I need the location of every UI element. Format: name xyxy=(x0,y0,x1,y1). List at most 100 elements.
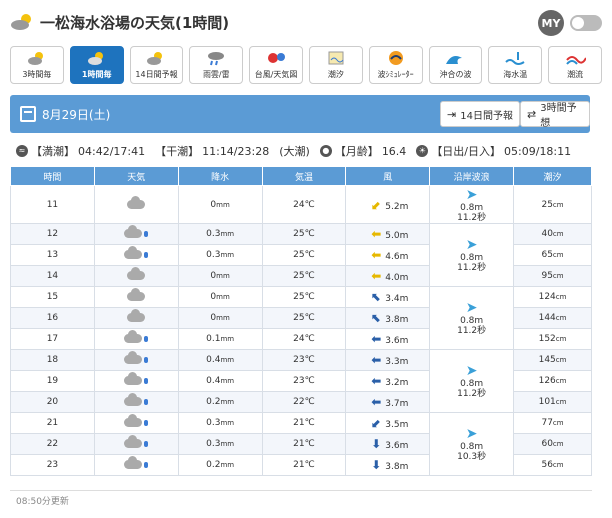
tab-14day[interactable]: 14日間予報 xyxy=(129,46,184,84)
wind-cell: ⬇ 3.6m xyxy=(345,433,431,455)
hour-value: 16 xyxy=(46,313,59,323)
tide-info: ≈ 【満潮】 04:42/17:41 【干潮】 11:14/23:28 (大潮)… xyxy=(16,143,596,159)
temp-value: 25℃ xyxy=(293,250,315,260)
cloud-icon xyxy=(124,456,143,469)
tab-typhoon[interactable]: 台風/天気図 xyxy=(249,46,303,84)
tab-offshore[interactable]: 沖合の波 xyxy=(428,46,483,84)
precip-cell: 0.2mm xyxy=(177,454,263,476)
tab-rain-radar[interactable]: 雨雲/雷 xyxy=(189,46,244,84)
moon-icon: ● xyxy=(319,145,332,157)
weather-cell xyxy=(93,370,179,392)
precip-cell: 0.3mm xyxy=(177,223,263,245)
cloud-icon xyxy=(124,393,143,406)
hour-value: 21 xyxy=(46,418,59,428)
wind-value: 3.3m xyxy=(385,357,409,367)
cloud-icon xyxy=(124,330,143,343)
hour-value: 18 xyxy=(46,355,59,365)
temp-cell: 25℃ xyxy=(261,223,347,245)
hour-value: 15 xyxy=(46,292,59,302)
precip-unit: mm xyxy=(216,293,230,301)
tab-wave-sim[interactable]: 波ｼﾐｭﾚｰﾀｰ xyxy=(368,46,423,84)
temp-cell: 25℃ xyxy=(261,265,347,287)
tide-unit: cm xyxy=(552,419,564,427)
my-button[interactable]: MY xyxy=(538,10,564,36)
wave-arrow-icon: ➤ xyxy=(465,363,478,379)
hour-value: 17 xyxy=(46,334,59,344)
wind-arrow-icon: ⬇ xyxy=(371,437,382,451)
wave-cell: ➤ 0.8m 11.2秒 xyxy=(429,349,515,413)
date-bar: 8月29日(土) ⇥ 14日間予報 ⇄ 3時間予想 xyxy=(10,95,590,133)
button-label: 3時間予想 xyxy=(540,103,577,129)
cloud-icon xyxy=(127,288,146,301)
precip-cell: 0mm xyxy=(177,286,263,308)
hour-value: 12 xyxy=(46,229,59,239)
wind-cell: ⬅ 5.0m xyxy=(345,223,431,245)
hour-cell: 12 xyxy=(10,223,95,245)
moon-age-value: 16.4 xyxy=(381,144,407,158)
wave-arrow-icon: ➤ xyxy=(465,186,478,203)
hour-value: 13 xyxy=(46,250,59,260)
tide-value: 124 xyxy=(538,292,556,302)
wave-height: 0.8m xyxy=(460,379,484,389)
hour-value: 14 xyxy=(46,271,59,281)
precip-unit: mm xyxy=(220,461,235,469)
14day-forecast-button[interactable]: ⇥ 14日間予報 xyxy=(440,101,520,127)
precip-unit: mm xyxy=(220,377,235,385)
wave-period: 11.2秒 xyxy=(457,326,487,336)
tide-unit: cm xyxy=(555,377,567,385)
wind-arrow-icon: ⬉ xyxy=(371,311,382,325)
hourly-forecast-table: 時間 天気 降水 気温 風 沿岸波浪 潮汐 11 0mm 24℃ ⬋ 5.2m ➤ 0.8m… xyxy=(10,166,592,476)
tab-label: 1時間毎 xyxy=(81,70,112,79)
my-toggle[interactable] xyxy=(570,15,602,31)
tide-cell: 145cm xyxy=(513,349,592,371)
tab-1hour[interactable]: 1時間毎 xyxy=(69,46,124,84)
temp-cell: 22℃ xyxy=(261,391,347,413)
tide-cell: 126cm xyxy=(513,370,592,392)
table-row: 11 0mm 24℃ ⬋ 5.2m ➤ 0.8m 11.2秒 25cm xyxy=(10,185,592,224)
tide-unit: cm xyxy=(552,251,564,259)
precip-cell: 0.4mm xyxy=(177,370,263,392)
rain-drop-icon xyxy=(144,377,149,384)
low-tide-label: 【干潮】 xyxy=(155,145,200,158)
temp-cell: 24℃ xyxy=(261,328,347,350)
cloud-icon xyxy=(124,351,143,364)
temp-value: 25℃ xyxy=(293,313,315,323)
precip-value: 0.3 xyxy=(206,418,221,428)
tide-unit: cm xyxy=(555,314,567,322)
wind-arrow-icon: ⬅ xyxy=(371,248,382,262)
wind-cell: ⬅ 3.6m xyxy=(345,328,431,350)
date-label: 8月29日(土) xyxy=(42,107,111,122)
tide-value: 77 xyxy=(541,418,553,428)
tide-value: 144 xyxy=(538,313,556,323)
tab-label: 潮汐 xyxy=(327,70,344,79)
tab-tide[interactable]: 潮汐 xyxy=(308,46,363,84)
cloud-icon xyxy=(127,309,146,322)
wind-value: 3.4m xyxy=(385,294,409,304)
wind-value: 3.6m xyxy=(385,441,409,451)
tab-sea-temp[interactable]: 海水温 xyxy=(488,46,543,84)
tab-3hour[interactable]: 3時間毎 xyxy=(10,46,64,84)
weather-cell xyxy=(93,349,179,371)
rain-drop-icon xyxy=(144,461,149,468)
table-row: 15 0mm 25℃ ⬉ 3.4m ➤ 0.8m 11.2秒 124cm xyxy=(10,286,592,350)
3hour-forecast-button[interactable]: ⇄ 3時間予想 xyxy=(520,101,590,129)
hour-value: 22 xyxy=(46,439,59,449)
tide-cell: 101cm xyxy=(513,391,592,413)
precip-unit: mm xyxy=(220,356,235,364)
hour-cell: 19 xyxy=(10,370,95,392)
tab-current[interactable]: 潮流 xyxy=(548,46,602,84)
cloud-icon xyxy=(124,435,143,448)
precip-unit: mm xyxy=(216,272,230,280)
tab-bar: 3時間毎 1時間毎 14日間予報 雨雲/雷 台風/天気図 潮汐 波ｼﾐｭﾚｰﾀｰ… xyxy=(10,46,602,86)
wind-arrow-icon: ⬅ xyxy=(371,332,382,346)
tab-label: 雨雲/雷 xyxy=(202,70,230,79)
precip-cell: 0.1mm xyxy=(177,328,263,350)
rain-drop-icon xyxy=(144,335,149,342)
temp-cell: 23℃ xyxy=(261,349,347,371)
temp-value: 23℃ xyxy=(293,376,315,386)
col-header: 風 xyxy=(345,166,431,186)
col-header: 時間 xyxy=(10,166,95,186)
temp-cell: 21℃ xyxy=(261,433,347,455)
weather-cell xyxy=(93,286,179,308)
temp-cell: 25℃ xyxy=(261,286,347,308)
